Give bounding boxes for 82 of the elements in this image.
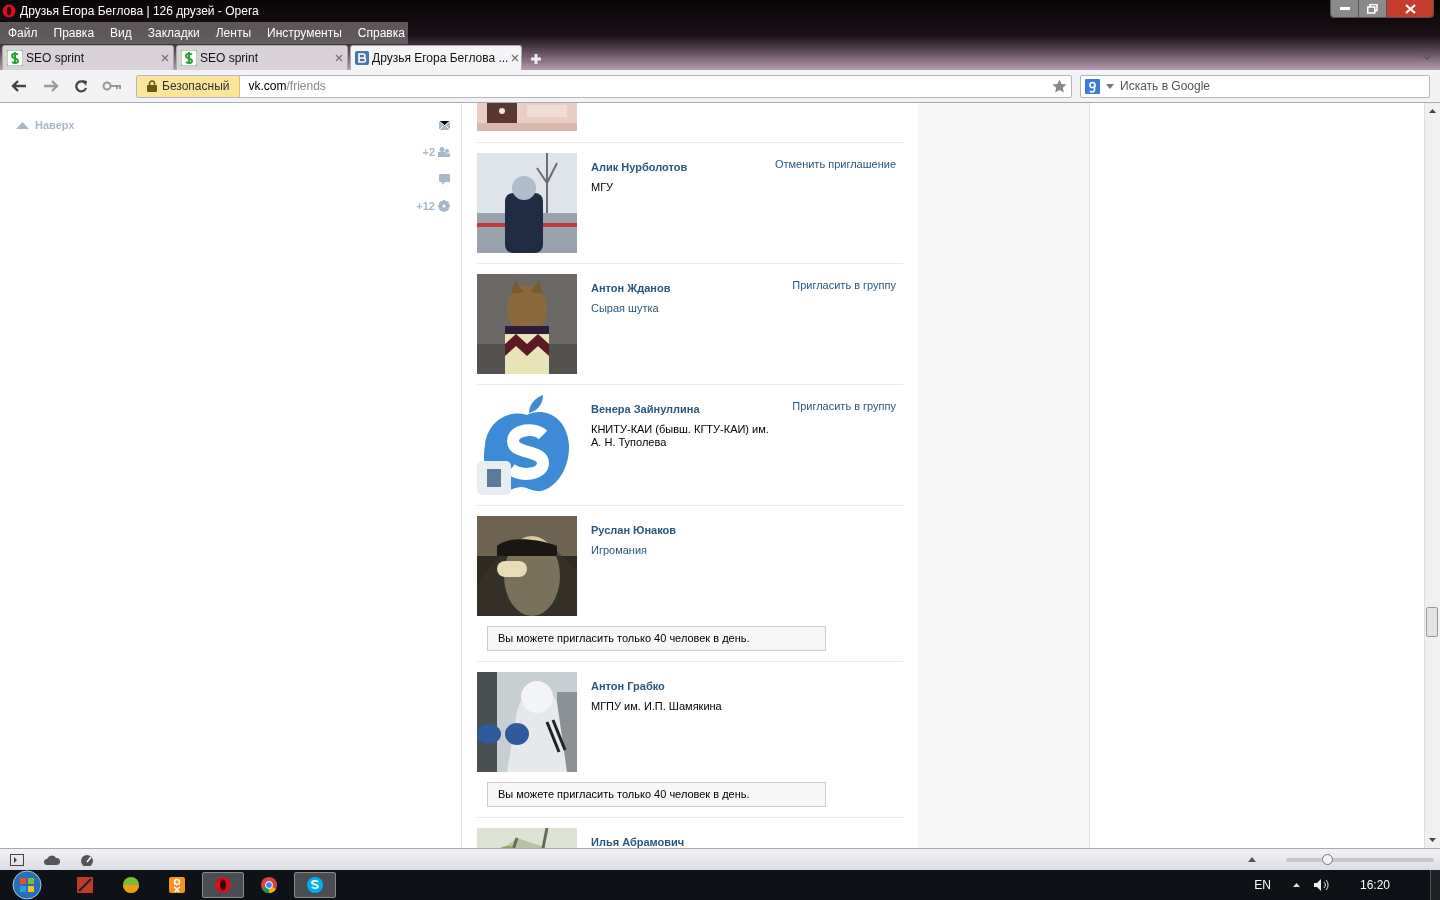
invite-link[interactable]: Пригласить в группу — [792, 398, 896, 412]
browser-tab[interactable]: SEO sprint — [176, 45, 348, 70]
notice-message: Вы можете пригласить только 40 человек в день. — [487, 626, 826, 651]
friend-name-link[interactable]: Антон Грабко — [591, 678, 777, 695]
close-icon[interactable] — [335, 54, 343, 62]
zoom-slider[interactable] — [1286, 857, 1434, 862]
dollar-logo-icon — [7, 50, 23, 66]
notification-count: +12 — [416, 198, 435, 214]
key-icon[interactable] — [102, 81, 122, 91]
menu-item[interactable]: Закладки — [139, 24, 208, 42]
google-logo-icon — [1085, 78, 1100, 94]
tab-label: Друзья Егора Беглова ... — [372, 50, 509, 67]
address-field[interactable]: Безопасный vk.com/friends — [136, 74, 1072, 98]
close-button[interactable] — [1387, 0, 1433, 17]
plus-icon — [530, 53, 542, 65]
star-icon[interactable] — [1052, 79, 1067, 93]
browser-tab[interactable]: SEO sprint — [2, 45, 174, 70]
app-icon — [167, 875, 187, 895]
friend-info: МГПУ им. И.П. Шамякина — [591, 699, 723, 713]
lock-icon — [147, 80, 157, 92]
info-link[interactable]: Игромания — [591, 543, 777, 557]
vk-logo-icon — [355, 51, 369, 65]
browser-tab[interactable]: Друзья Егора Беглова ... — [350, 45, 522, 70]
scroll-thumb[interactable] — [1426, 607, 1438, 637]
forward-icon[interactable] — [42, 79, 60, 93]
menu-item[interactable]: Ленты — [207, 24, 259, 42]
restore-button[interactable] — [1359, 0, 1387, 17]
dollar-logo-icon — [181, 50, 197, 66]
friend-name-link[interactable]: Антон Жданов — [591, 280, 777, 297]
back-icon[interactable] — [10, 79, 28, 93]
scrollbar[interactable] — [1424, 103, 1440, 848]
friend-name-link[interactable]: Алик Нурболотов — [591, 159, 775, 176]
notification-count: +2 — [422, 144, 435, 160]
language-indicator[interactable]: EN — [1254, 876, 1271, 894]
menu-item[interactable]: Правка — [45, 24, 103, 42]
search-field[interactable]: Искать в Google — [1120, 77, 1425, 95]
invite-link[interactable]: Пригласить в группу — [792, 277, 896, 291]
notice-message: Вы можете пригласить только 40 человек в день. — [487, 782, 826, 807]
search-bar[interactable]: Искать в Google — [1080, 74, 1430, 98]
close-icon[interactable] — [161, 54, 169, 62]
invite-link[interactable]: Отменить приглашение — [774, 156, 896, 170]
friend-name-link[interactable]: Венера Зайнуллина — [591, 401, 777, 418]
friend-info: МГУ — [591, 180, 615, 194]
window-title: Друзья Егора Беглова | 126 друзей - Opera — [20, 3, 259, 20]
speedometer-icon[interactable] — [80, 853, 94, 866]
dropdown-icon[interactable] — [1106, 83, 1114, 89]
menu-item[interactable]: Инструменты — [259, 24, 350, 42]
close-icon — [1404, 3, 1416, 14]
friend-info: КНИТУ-КАИ (бывш. КГТУ-КАИ) им. А. Н. Туполева — [591, 422, 770, 449]
friend-name-link[interactable]: Руслан Юнаков — [591, 522, 777, 539]
slider-thumb[interactable] — [1322, 853, 1334, 865]
taskbar-button[interactable] — [294, 872, 336, 898]
cloud-icon[interactable] — [44, 854, 60, 865]
tab-label: SEO sprint — [26, 50, 86, 67]
opera-logo-icon — [2, 4, 16, 18]
close-icon[interactable] — [511, 54, 520, 62]
up-arrow-icon — [16, 121, 29, 129]
app-icon — [75, 875, 95, 895]
tab-label: SEO sprint — [200, 50, 260, 67]
speaker-icon[interactable] — [1313, 879, 1330, 891]
panel-icon[interactable] — [10, 853, 24, 866]
chrome-logo-icon — [259, 875, 279, 895]
mail-icon[interactable] — [439, 120, 450, 130]
clock[interactable]: 16:20 — [1359, 876, 1390, 894]
ball-icon — [121, 875, 141, 895]
start-button-icon[interactable] — [12, 870, 42, 900]
info-link[interactable]: Сырая шутка — [591, 301, 777, 315]
scroll-down-icon[interactable] — [1429, 838, 1436, 842]
restore-icon — [1367, 3, 1378, 14]
url-text: vk.com/friends — [247, 78, 327, 95]
skype-logo-icon — [305, 875, 325, 895]
scroll-up-icon[interactable] — [1429, 109, 1436, 113]
minimize-button[interactable] — [1331, 0, 1359, 17]
menu-item[interactable]: Вид — [102, 24, 140, 42]
up-arrow-icon[interactable] — [1292, 883, 1300, 887]
friend-name-link[interactable]: Илья Абрамович — [591, 834, 777, 848]
menu-item[interactable]: Справка — [349, 24, 413, 42]
up-arrow-icon[interactable] — [1248, 857, 1256, 862]
reload-icon[interactable] — [74, 79, 88, 93]
minimize-icon — [1339, 6, 1350, 11]
opera-logo-icon — [213, 875, 233, 895]
menu-item[interactable]: Файл — [0, 24, 46, 42]
